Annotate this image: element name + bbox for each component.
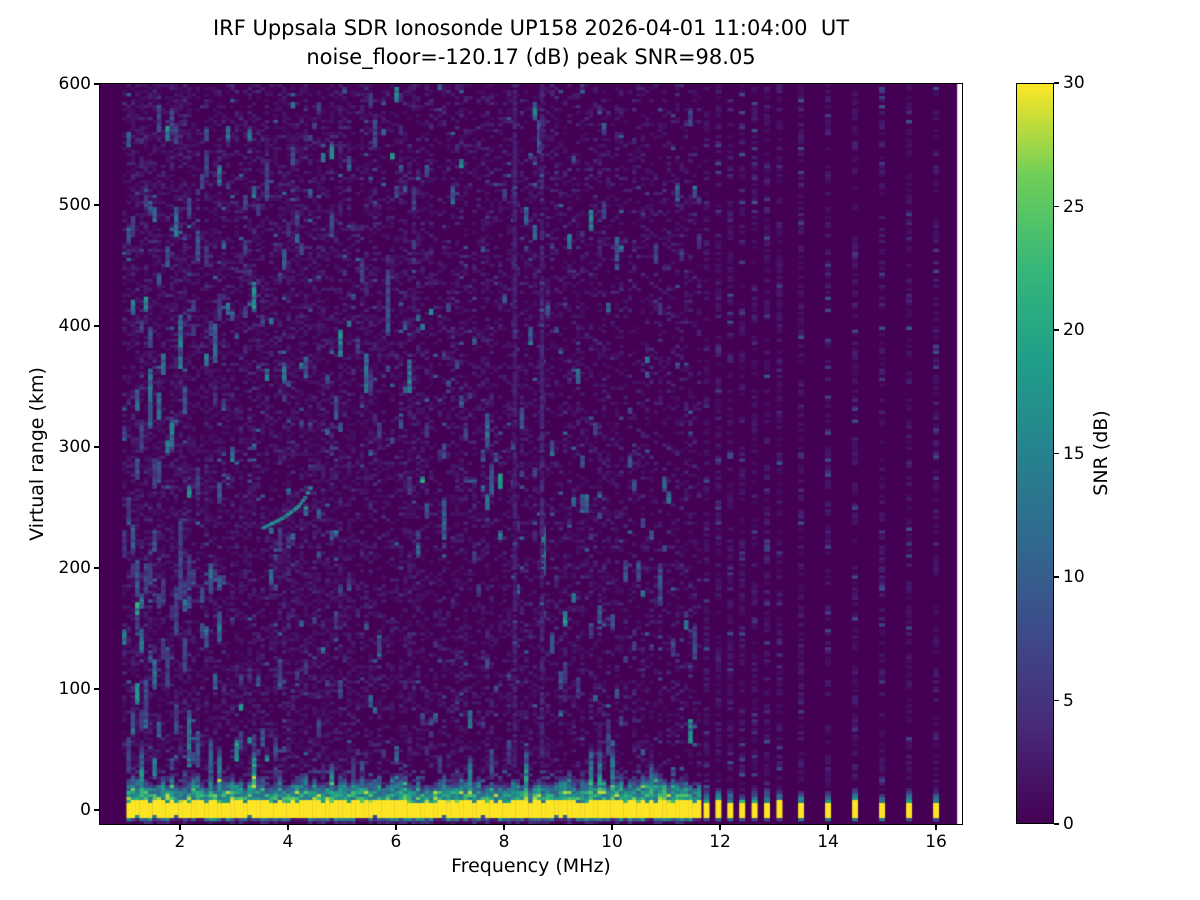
colorbar-tick-mark bbox=[1054, 329, 1059, 331]
colorbar-tick-label: 30 bbox=[1063, 73, 1085, 93]
colorbar-tick-label: 25 bbox=[1063, 197, 1085, 217]
x-tick-mark bbox=[611, 825, 613, 830]
chart-title: IRF Uppsala SDR Ionosonde UP158 2026-04-… bbox=[100, 14, 962, 72]
x-tick-label: 6 bbox=[391, 832, 402, 852]
colorbar-tick-mark bbox=[1054, 453, 1059, 455]
colorbar-tick-label: 10 bbox=[1063, 567, 1085, 587]
x-axis-label: Frequency (MHz) bbox=[100, 855, 962, 877]
x-tick-label: 4 bbox=[283, 832, 294, 852]
x-tick-mark bbox=[287, 825, 289, 830]
colorbar-tick-mark bbox=[1054, 206, 1059, 208]
colorbar-tick-label: 0 bbox=[1063, 814, 1074, 834]
y-tick-label: 0 bbox=[80, 800, 91, 820]
x-tick-label: 12 bbox=[709, 832, 731, 852]
x-tick-label: 14 bbox=[817, 832, 839, 852]
y-tick-label: 500 bbox=[59, 195, 91, 215]
colorbar-label: SNR (dB) bbox=[1090, 410, 1112, 495]
chart-title-line1: IRF Uppsala SDR Ionosonde UP158 2026-04-… bbox=[100, 14, 962, 43]
colorbar-tick-mark bbox=[1054, 82, 1059, 84]
x-tick-mark bbox=[179, 825, 181, 830]
y-tick-label: 200 bbox=[59, 558, 91, 578]
y-tick-mark bbox=[94, 688, 100, 690]
colorbar-tick-label: 20 bbox=[1063, 320, 1085, 340]
x-tick-mark bbox=[719, 825, 721, 830]
chart-title-line2: noise_floor=-120.17 (dB) peak SNR=98.05 bbox=[100, 43, 962, 72]
x-tick-mark bbox=[827, 825, 829, 830]
x-tick-mark bbox=[395, 825, 397, 830]
colorbar-tick-label: 5 bbox=[1063, 691, 1074, 711]
x-tick-mark bbox=[503, 825, 505, 830]
colorbar-tick-mark bbox=[1054, 700, 1059, 702]
colorbar bbox=[1016, 83, 1054, 824]
x-tick-label: 16 bbox=[925, 832, 947, 852]
y-tick-label: 100 bbox=[59, 679, 91, 699]
x-tick-mark bbox=[935, 825, 937, 830]
x-tick-label: 10 bbox=[601, 832, 623, 852]
colorbar-tick-mark bbox=[1054, 576, 1059, 578]
y-tick-mark bbox=[94, 204, 100, 206]
x-tick-label: 2 bbox=[175, 832, 186, 852]
y-tick-mark bbox=[94, 325, 100, 327]
y-tick-mark bbox=[94, 567, 100, 569]
colorbar-tick-mark bbox=[1054, 823, 1059, 825]
x-tick-label: 8 bbox=[499, 832, 510, 852]
ionogram-figure: IRF Uppsala SDR Ionosonde UP158 2026-04-… bbox=[0, 0, 1200, 900]
colorbar-tick-label: 15 bbox=[1063, 444, 1085, 464]
y-tick-mark bbox=[94, 809, 100, 811]
y-tick-label: 600 bbox=[59, 74, 91, 94]
y-tick-mark bbox=[94, 83, 100, 85]
y-tick-label: 400 bbox=[59, 316, 91, 336]
y-tick-label: 300 bbox=[59, 437, 91, 457]
ionogram-heatmap bbox=[100, 84, 962, 824]
y-axis-label: Virtual range (km) bbox=[26, 367, 48, 541]
y-tick-mark bbox=[94, 446, 100, 448]
